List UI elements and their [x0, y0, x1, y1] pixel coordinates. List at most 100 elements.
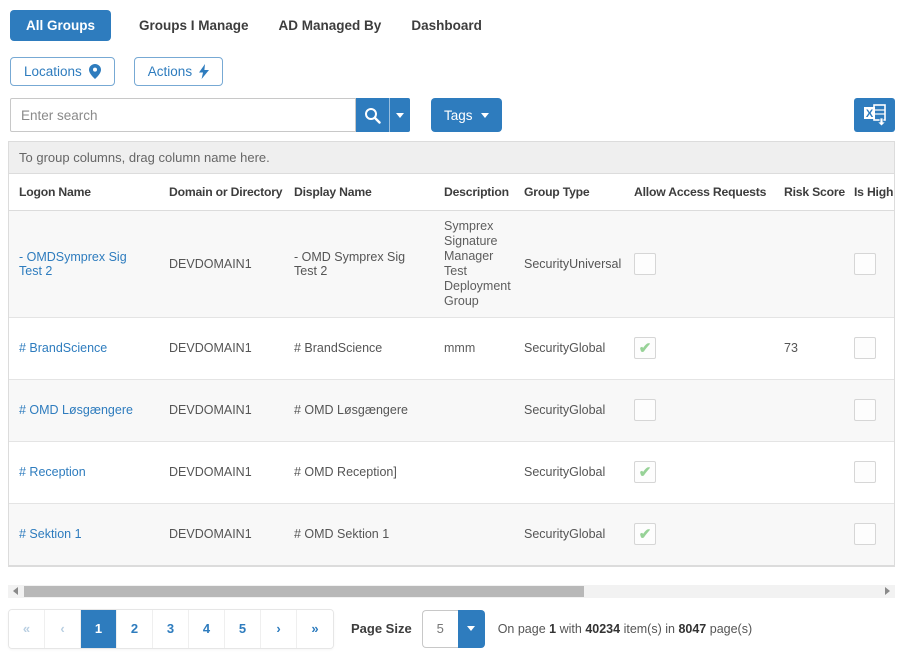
- export-excel-button[interactable]: X: [854, 98, 895, 132]
- first-page-button[interactable]: «: [9, 610, 45, 648]
- header-row: Logon Name Domain or Directory Display N…: [9, 174, 894, 210]
- column-header-domain[interactable]: Domain or Directory: [159, 174, 284, 210]
- allow-access-checkbox[interactable]: [634, 399, 656, 421]
- table-row: # BrandScience DEVDOMAIN1 # BrandScience…: [9, 317, 894, 379]
- high-security-checkbox[interactable]: [854, 523, 876, 545]
- domain-cell: DEVDOMAIN1: [159, 441, 284, 503]
- page-size-dropdown-button[interactable]: [458, 610, 485, 648]
- tab-dashboard[interactable]: Dashboard: [409, 10, 484, 41]
- search-icon: [364, 107, 381, 124]
- column-header-logon-name[interactable]: Logon Name: [9, 174, 159, 210]
- description-cell: [434, 379, 514, 441]
- group-link[interactable]: # OMD Løsgængere: [19, 403, 133, 417]
- risk-score-cell: [774, 210, 844, 317]
- actions-button[interactable]: Actions: [134, 57, 223, 86]
- tab-bar: All Groups Groups I Manage AD Managed By…: [10, 10, 895, 41]
- groups-page: All Groups Groups I Manage AD Managed By…: [0, 0, 902, 649]
- locations-button[interactable]: Locations: [10, 57, 115, 86]
- allow-access-checkbox[interactable]: ✔: [634, 461, 656, 483]
- groups-table: Logon Name Domain or Directory Display N…: [9, 174, 894, 566]
- pager-info-text: On page: [498, 622, 546, 636]
- scroll-left-arrow-icon[interactable]: [8, 585, 23, 598]
- groups-grid: To group columns, drag column name here.…: [8, 141, 895, 567]
- page-button-group: « ‹ 1 2 3 4 5 › »: [8, 609, 334, 649]
- excel-download-icon: X: [863, 104, 887, 126]
- column-header-description[interactable]: Description: [434, 174, 514, 210]
- description-cell: Symprex Signature Manager Test Deploymen…: [434, 210, 514, 317]
- risk-score-cell: 73: [774, 317, 844, 379]
- column-header-group-type[interactable]: Group Type: [514, 174, 624, 210]
- page-button-3[interactable]: 3: [153, 610, 189, 648]
- next-page-button[interactable]: ›: [261, 610, 297, 648]
- table-row: # Reception DEVDOMAIN1 # OMD Reception] …: [9, 441, 894, 503]
- pager: « ‹ 1 2 3 4 5 › » Page Size 5 On page 1 …: [8, 609, 895, 649]
- tab-ad-managed-by[interactable]: AD Managed By: [277, 10, 384, 41]
- allow-access-checkbox[interactable]: ✔: [634, 523, 656, 545]
- risk-score-cell: [774, 441, 844, 503]
- description-cell: [434, 441, 514, 503]
- tags-button[interactable]: Tags: [431, 98, 502, 132]
- search-options-dropdown[interactable]: [389, 98, 410, 132]
- high-security-checkbox[interactable]: [854, 337, 876, 359]
- search-button[interactable]: [356, 98, 389, 132]
- prev-page-button[interactable]: ‹: [45, 610, 81, 648]
- chevron-down-icon: [396, 113, 404, 118]
- last-page-button[interactable]: »: [297, 610, 333, 648]
- actions-label: Actions: [148, 64, 192, 79]
- high-security-checkbox[interactable]: [854, 399, 876, 421]
- chevron-down-icon: [481, 113, 489, 118]
- filter-row: Locations Actions: [10, 57, 895, 86]
- locations-label: Locations: [24, 64, 82, 79]
- pager-info-text: item(s) in: [624, 622, 675, 636]
- pager-info-item-count: 40234: [585, 622, 620, 636]
- column-header-risk-score[interactable]: Risk Score: [774, 174, 844, 210]
- group-by-drop-zone[interactable]: To group columns, drag column name here.: [9, 142, 894, 174]
- display-name-cell: - OMD Symprex Sig Test 2: [284, 210, 434, 317]
- page-size-label: Page Size: [351, 621, 412, 636]
- risk-score-cell: [774, 379, 844, 441]
- risk-score-cell: [774, 503, 844, 565]
- domain-cell: DEVDOMAIN1: [159, 317, 284, 379]
- allow-access-checkbox[interactable]: [634, 253, 656, 275]
- domain-cell: DEVDOMAIN1: [159, 503, 284, 565]
- column-header-allow-access-requests[interactable]: Allow Access Requests: [624, 174, 774, 210]
- group-type-cell: SecurityGlobal: [514, 503, 624, 565]
- display-name-cell: # BrandScience: [284, 317, 434, 379]
- group-link[interactable]: - OMDSymprex Sig Test 2: [19, 250, 127, 278]
- group-type-cell: SecurityUniversal: [514, 210, 624, 317]
- column-header-is-high-security[interactable]: Is High Security: [844, 174, 894, 210]
- pager-info-page: 1: [549, 622, 556, 636]
- pager-info-text: page(s): [710, 622, 752, 636]
- page-button-2[interactable]: 2: [117, 610, 153, 648]
- tab-all-groups[interactable]: All Groups: [10, 10, 111, 41]
- table-row: # OMD Løsgængere DEVDOMAIN1 # OMD Løsgæn…: [9, 379, 894, 441]
- display-name-cell: # OMD Sektion 1: [284, 503, 434, 565]
- group-link[interactable]: # Reception: [19, 465, 86, 479]
- tags-label: Tags: [444, 108, 473, 123]
- high-security-checkbox[interactable]: [854, 253, 876, 275]
- table-row: - OMDSymprex Sig Test 2 DEVDOMAIN1 - OMD…: [9, 210, 894, 317]
- search-row: Tags X: [10, 98, 895, 132]
- group-link[interactable]: # BrandScience: [19, 341, 107, 355]
- grid-viewport: Logon Name Domain or Directory Display N…: [9, 174, 894, 566]
- scroll-right-arrow-icon[interactable]: [880, 585, 895, 598]
- search-input[interactable]: [10, 98, 356, 132]
- high-security-checkbox[interactable]: [854, 461, 876, 483]
- pager-info-page-count: 8047: [678, 622, 706, 636]
- page-button-5[interactable]: 5: [225, 610, 261, 648]
- column-header-display-name[interactable]: Display Name: [284, 174, 434, 210]
- scrollbar-thumb[interactable]: [24, 586, 584, 597]
- allow-access-checkbox[interactable]: ✔: [634, 337, 656, 359]
- page-button-1[interactable]: 1: [81, 610, 117, 648]
- table-row: # Sektion 1 DEVDOMAIN1 # OMD Sektion 1 S…: [9, 503, 894, 565]
- page-size-select[interactable]: 5: [422, 610, 485, 648]
- group-type-cell: SecurityGlobal: [514, 379, 624, 441]
- page-button-4[interactable]: 4: [189, 610, 225, 648]
- group-link[interactable]: # Sektion 1: [19, 527, 82, 541]
- page-size-value[interactable]: 5: [422, 610, 458, 648]
- display-name-cell: # OMD Løsgængere: [284, 379, 434, 441]
- horizontal-scrollbar[interactable]: [8, 585, 895, 598]
- tab-groups-i-manage[interactable]: Groups I Manage: [137, 10, 251, 41]
- check-icon: ✔: [639, 525, 652, 543]
- description-cell: mmm: [434, 317, 514, 379]
